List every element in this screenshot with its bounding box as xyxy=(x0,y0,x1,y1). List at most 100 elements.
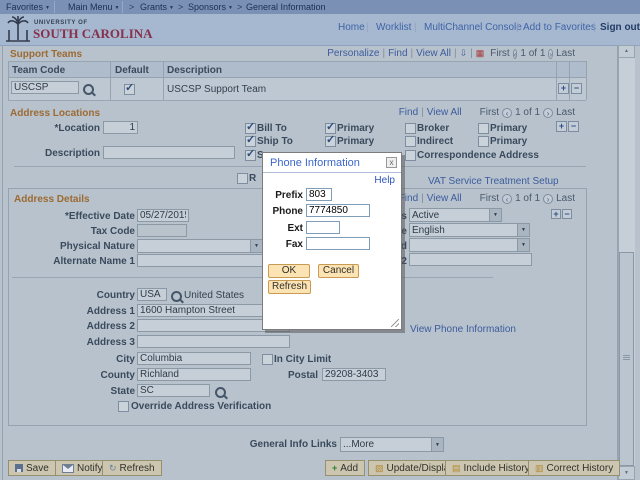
team-code-lookup-icon[interactable] xyxy=(83,84,94,95)
general-info-links-value: ...More xyxy=(343,439,375,450)
override-address-verification-checkbox[interactable] xyxy=(118,401,129,412)
view-all-link[interactable]: View All xyxy=(427,107,462,118)
in-city-limit-checkbox[interactable] xyxy=(262,354,273,365)
help-link[interactable]: Help xyxy=(374,175,395,186)
default-checkbox[interactable] xyxy=(124,81,135,95)
delete-effdt-button[interactable]: − xyxy=(562,209,572,219)
phone-input[interactable] xyxy=(306,204,370,217)
zoom-grid-icon[interactable]: ▦ xyxy=(476,48,485,59)
refresh-button[interactable]: ↻ Refresh xyxy=(102,460,162,476)
view-all-link[interactable]: View All xyxy=(416,48,451,59)
save-button[interactable]: Save xyxy=(8,460,56,476)
physical-nature-dropdown[interactable]: ▼ xyxy=(137,239,263,253)
support-teams-grid-header xyxy=(8,61,586,78)
grid-col-divider xyxy=(110,61,111,100)
country-input[interactable] xyxy=(137,288,167,301)
correct-history-icon: ▥ xyxy=(535,462,544,473)
delete-location-button[interactable]: − xyxy=(568,121,579,132)
address3-input[interactable] xyxy=(137,335,290,348)
county-input[interactable] xyxy=(137,368,251,381)
country-name: United States xyxy=(184,290,245,301)
download-icon[interactable]: ⇩ xyxy=(460,48,468,59)
correct-history-button[interactable]: ▥ Correct History xyxy=(528,460,621,476)
prev-page-icon[interactable]: ‹ xyxy=(502,193,513,204)
city-input[interactable] xyxy=(137,352,251,365)
status-dropdown[interactable]: Active ▼ xyxy=(409,208,502,222)
team-code-input[interactable] xyxy=(11,81,79,94)
sold-to-checkbox[interactable] xyxy=(245,147,256,161)
indirect-label: Indirect xyxy=(417,136,454,147)
r-checkbox[interactable] xyxy=(237,173,248,184)
divider xyxy=(12,277,493,278)
separator: | xyxy=(421,107,424,118)
menu-favorites[interactable]: Favorites ▼ xyxy=(6,2,50,12)
close-icon[interactable]: x xyxy=(386,157,397,168)
separator: | xyxy=(516,22,519,33)
menu-grants[interactable]: Grants ▼ xyxy=(140,2,174,12)
country-lookup-icon[interactable] xyxy=(171,291,182,302)
state-lookup-icon[interactable] xyxy=(215,387,226,398)
row3-dropdown[interactable]: ▼ xyxy=(409,238,530,252)
correspondence-checkbox[interactable] xyxy=(405,150,416,161)
bill-to-label: Bill To xyxy=(257,123,287,134)
resize-handle-icon[interactable] xyxy=(391,319,399,327)
indirect-primary-checkbox[interactable] xyxy=(478,136,489,147)
link-add-to-favorites[interactable]: Add to Favorites xyxy=(523,22,596,33)
tab-divider xyxy=(122,1,123,13)
scrollbar-down-button[interactable]: ▼ xyxy=(618,466,635,480)
view-all-link[interactable]: View All xyxy=(427,193,462,204)
next-page-icon[interactable]: › xyxy=(543,193,554,204)
link-home[interactable]: Home xyxy=(338,22,365,33)
find-link[interactable]: Find xyxy=(399,107,418,118)
ship-primary-checkbox[interactable] xyxy=(325,133,336,147)
alternate-name1-input[interactable] xyxy=(137,254,263,267)
prev-page-icon[interactable]: ‹ xyxy=(502,107,513,118)
modal-title: Phone Information xyxy=(270,157,360,169)
breadcrumb-separator: > xyxy=(129,2,135,12)
next-page-icon[interactable]: › xyxy=(543,107,554,118)
fax-input[interactable] xyxy=(306,237,370,250)
scrollbar-thumb[interactable] xyxy=(619,252,634,466)
indirect-checkbox[interactable] xyxy=(405,136,416,147)
effective-date-input[interactable] xyxy=(137,209,189,222)
add-button[interactable]: + Add xyxy=(325,460,366,476)
ship-to-checkbox[interactable] xyxy=(245,133,256,147)
alternate-name2-input[interactable] xyxy=(409,253,532,266)
link-sign-out[interactable]: Sign out xyxy=(600,22,640,33)
separator: | xyxy=(470,48,473,59)
menu-sponsors[interactable]: Sponsors ▼ xyxy=(188,2,233,12)
prev-page-icon[interactable]: ‹ xyxy=(512,48,518,59)
description-input[interactable] xyxy=(103,146,235,159)
ok-button[interactable]: OK xyxy=(268,264,310,278)
delete-row-button[interactable]: − xyxy=(571,83,582,94)
vat-service-treatment-link[interactable]: VAT Service Treatment Setup xyxy=(428,176,559,187)
link-multichannel-console[interactable]: MultiChannel Console xyxy=(424,22,522,33)
view-phone-information-link[interactable]: View Phone Information xyxy=(410,324,516,335)
breadcrumb-current[interactable]: General Information xyxy=(246,2,326,12)
find-link[interactable]: Find xyxy=(388,48,407,59)
personalize-link[interactable]: Personalize xyxy=(327,48,379,59)
prefix-input[interactable] xyxy=(306,188,332,201)
cancel-button[interactable]: Cancel xyxy=(318,264,359,278)
language-dropdown[interactable]: English ▼ xyxy=(409,223,530,237)
ship-to-label: Ship To xyxy=(257,136,293,147)
next-page-icon[interactable]: › xyxy=(548,48,554,59)
broker-primary-checkbox[interactable] xyxy=(478,123,489,134)
state-input[interactable] xyxy=(137,384,210,397)
menu-main-menu[interactable]: Main Menu ▼ xyxy=(68,2,119,12)
add-location-button[interactable]: + xyxy=(556,121,567,132)
add-effdt-button[interactable]: + xyxy=(551,209,561,219)
general-info-links-dropdown[interactable]: ...More ▼ xyxy=(340,437,444,452)
link-worklist[interactable]: Worklist xyxy=(376,22,411,33)
ext-input[interactable] xyxy=(306,221,340,234)
modal-refresh-button[interactable]: Refresh xyxy=(268,280,311,294)
broker-checkbox[interactable] xyxy=(405,123,416,134)
chevron-down-icon: ▼ xyxy=(228,5,233,11)
effective-date-label: *Effective Date xyxy=(64,211,135,222)
include-history-button[interactable]: ▤ Include History xyxy=(445,460,537,476)
add-row-button[interactable]: + xyxy=(558,83,569,94)
notify-label: Notify xyxy=(77,462,103,474)
scrollbar-up-button[interactable]: ▲ xyxy=(618,45,635,58)
postal-input[interactable] xyxy=(322,368,386,381)
location-input[interactable] xyxy=(103,121,138,134)
